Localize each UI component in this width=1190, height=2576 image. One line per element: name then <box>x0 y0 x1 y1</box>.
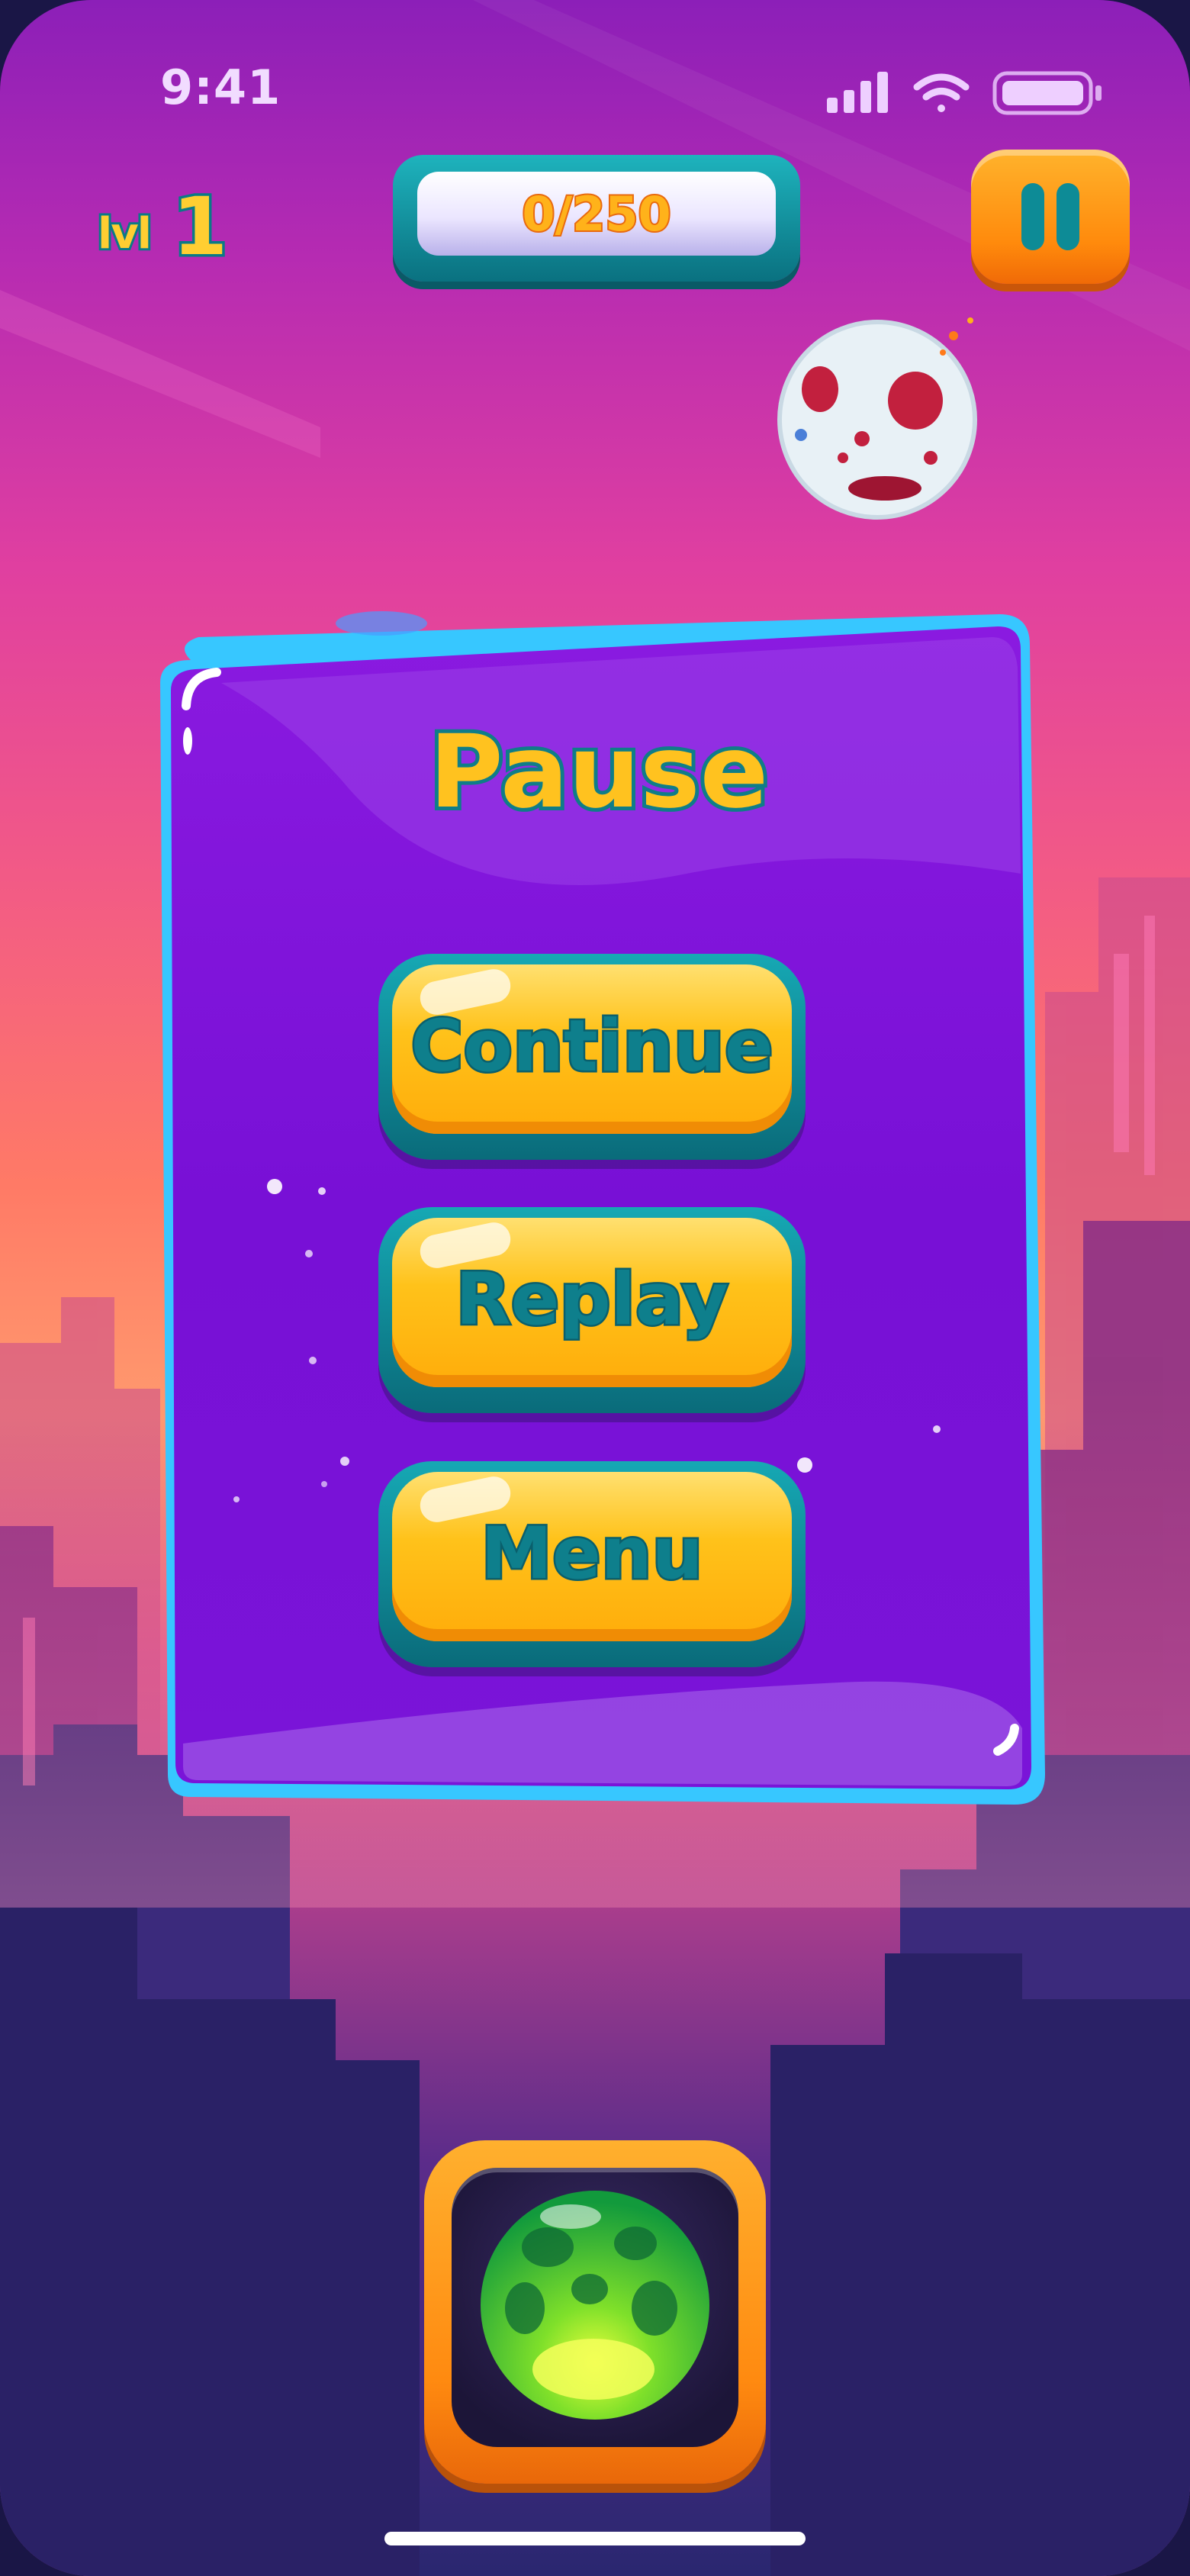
next-bubble-well <box>452 2168 738 2447</box>
menu-button-label: Menu <box>479 1510 705 1597</box>
pause-dialog: Pause Continue Replay Menu <box>153 599 1045 1820</box>
level-prefix: lvl <box>95 207 154 261</box>
score-counter: 0/250 <box>520 185 672 243</box>
status-icons <box>827 71 1102 115</box>
signal-icon <box>827 72 888 113</box>
home-indicator[interactable] <box>384 2532 806 2545</box>
moon-planet-icon <box>777 317 977 520</box>
menu-button[interactable]: Menu <box>378 1461 806 1667</box>
pause-button[interactable] <box>971 150 1130 284</box>
continue-button[interactable]: Continue <box>378 954 806 1160</box>
continue-button-face: Continue <box>392 964 792 1134</box>
replay-button-face: Replay <box>392 1218 792 1387</box>
menu-button-face: Menu <box>392 1472 792 1641</box>
game-screen: 9:41 lvl 1 0/250 Pause Continue Replay M… <box>0 0 1190 2576</box>
status-time: 9:41 <box>160 60 281 115</box>
next-bubble-slot[interactable] <box>424 2140 766 2484</box>
score-panel: 0/250 <box>393 155 800 282</box>
green-planet-bubble-icon <box>481 2191 709 2420</box>
replay-button-label: Replay <box>454 1256 730 1343</box>
score-display: 0/250 <box>417 172 776 256</box>
dialog-title: Pause <box>426 710 772 835</box>
level-indicator: lvl 1 <box>95 178 235 276</box>
level-number: 1 <box>169 178 230 276</box>
continue-button-label: Continue <box>409 1003 775 1090</box>
battery-icon <box>992 71 1102 115</box>
replay-button[interactable]: Replay <box>378 1207 806 1413</box>
wifi-icon <box>913 73 970 112</box>
